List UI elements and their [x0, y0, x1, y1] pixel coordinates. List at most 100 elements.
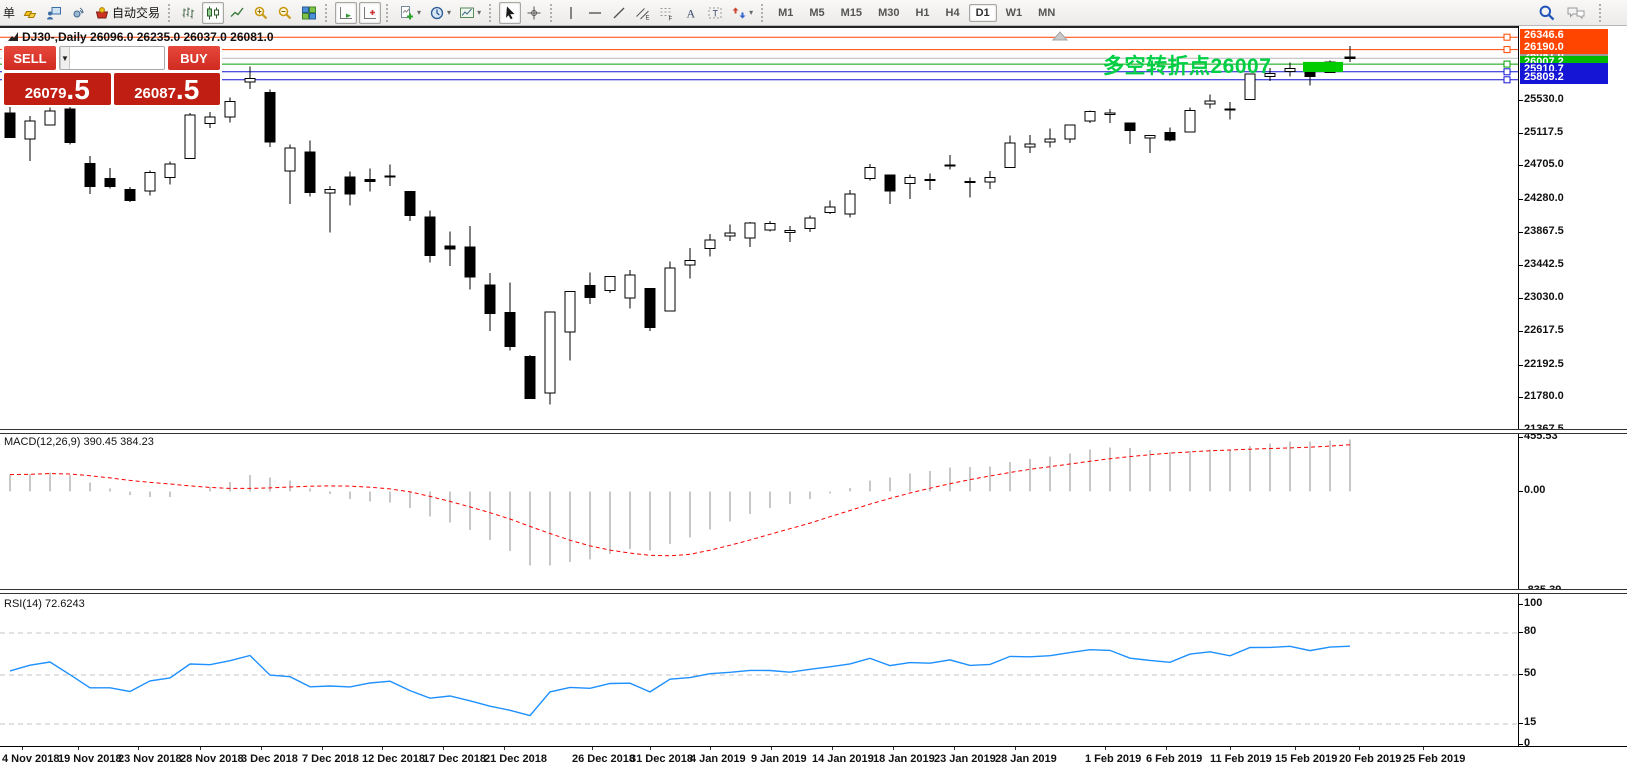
crosshair-icon	[526, 5, 542, 21]
text-tool[interactable]: A	[680, 2, 702, 24]
svg-text:T: T	[713, 8, 719, 18]
time-axis-tick	[710, 747, 711, 750]
tile-windows-button[interactable]	[298, 2, 320, 24]
macd-histogram	[10, 440, 1350, 566]
sell-price-main: 26079	[25, 84, 67, 104]
search-icon[interactable]	[1538, 4, 1556, 22]
time-axis-label: 19 Nov 2018	[58, 753, 122, 765]
chart-title: DJ30-,Daily 26096.0 26235.0 26037.0 2608…	[8, 30, 274, 44]
time-axis-label: 23 Jan 2019	[934, 753, 996, 765]
rsi-axis-label: 100	[1524, 597, 1542, 609]
candlestick-chart-button[interactable]	[202, 2, 224, 24]
timeframe-w1[interactable]: W1	[999, 4, 1030, 22]
time-axis-tick	[592, 747, 593, 750]
timeframe-h4[interactable]: H4	[939, 4, 967, 22]
line-chart-button[interactable]	[226, 2, 248, 24]
timeframe-mn[interactable]: MN	[1031, 4, 1062, 22]
time-axis[interactable]: 4 Nov 201819 Nov 201823 Nov 201828 Nov 2…	[0, 746, 1627, 773]
chart-window[interactable]	[0, 26, 1518, 746]
vertical-line-icon	[563, 5, 579, 21]
channel-tool[interactable]: E	[632, 2, 654, 24]
timeframe-h1[interactable]: H1	[908, 4, 936, 22]
time-axis-label: 28 Nov 2018	[180, 753, 244, 765]
zoom-out-button[interactable]	[274, 2, 296, 24]
time-axis-tick	[443, 747, 444, 750]
buy-price-display[interactable]: 26087 .5	[114, 73, 221, 105]
buy-price-main: 26087	[134, 84, 176, 104]
time-axis-tick	[382, 747, 383, 750]
volume-decrease-button[interactable]: ▼	[60, 47, 70, 69]
auto-scroll-button[interactable]	[335, 2, 357, 24]
time-axis-tick	[1166, 747, 1167, 750]
price-axis-label: 23030.0	[1524, 291, 1564, 303]
pane-resizer-rsi[interactable]	[0, 589, 1627, 594]
strategy-tester-button[interactable]	[43, 2, 65, 24]
chart-title-text: DJ30-,Daily 26096.0 26235.0 26037.0 2608…	[22, 30, 274, 44]
chart-shift-button[interactable]	[359, 2, 381, 24]
one-click-trading-panel: SELL ▼ ▲ BUY 26079 .5 26087 .5	[2, 44, 222, 107]
bars-chart-icon	[181, 5, 197, 21]
dropdown-caret: ▾	[749, 9, 753, 17]
signals-button[interactable]	[67, 2, 89, 24]
templates-icon	[459, 5, 475, 21]
time-axis-tick	[954, 747, 955, 750]
dropdown-caret: ▾	[477, 9, 481, 17]
vertical-line-tool[interactable]	[560, 2, 582, 24]
svg-text:F: F	[669, 16, 673, 21]
rsi-axis-label: 50	[1524, 667, 1536, 679]
text-label-tool[interactable]: T	[704, 2, 726, 24]
price-axis-label: 25530.0	[1524, 93, 1564, 105]
timeframe-m30[interactable]: M30	[871, 4, 906, 22]
time-axis-label: 1 Feb 2019	[1085, 753, 1141, 765]
templates-button[interactable]: ▾	[456, 2, 484, 24]
signals-icon	[70, 5, 86, 21]
chart-shift-marker[interactable]	[1052, 31, 1068, 41]
indicators-button[interactable]: ▾	[396, 2, 424, 24]
trendline-icon	[611, 5, 627, 21]
buy-button[interactable]: BUY	[168, 46, 220, 70]
time-axis-label: 31 Dec 2018	[630, 753, 693, 765]
dropdown-caret: ▾	[417, 9, 421, 17]
macd-axis-label: 0.00	[1524, 484, 1545, 496]
chat-icon[interactable]	[1566, 5, 1586, 21]
crosshair-button[interactable]	[523, 2, 545, 24]
auto-scroll-icon	[338, 5, 354, 21]
pane-resizer-macd[interactable]	[0, 429, 1627, 434]
svg-text:E: E	[646, 15, 650, 21]
chart-annotation-text: 多空转折点26007	[1103, 50, 1271, 80]
menu-fragment[interactable]: 单	[2, 4, 17, 21]
horizontal-line-tool[interactable]	[584, 2, 606, 24]
toolbar-gripper[interactable]	[1599, 4, 1604, 22]
price-axis-label: 24280.0	[1524, 192, 1564, 204]
toolbar-separator	[489, 4, 494, 22]
timeframe-m15[interactable]: M15	[834, 4, 869, 22]
time-axis-label: 7 Dec 2018	[302, 753, 359, 765]
time-axis-tick	[138, 747, 139, 750]
time-axis-tick	[1015, 747, 1016, 750]
bar-chart-button[interactable]	[178, 2, 200, 24]
price-axis[interactable]: 25530.025117.524705.024280.023867.523442…	[1518, 26, 1627, 746]
rsi-axis-label: 80	[1524, 625, 1536, 637]
trendline-tool[interactable]	[608, 2, 630, 24]
sell-price-pip: .5	[66, 77, 89, 104]
price-axis-label: 23442.5	[1524, 258, 1564, 270]
arrows-tool[interactable]: ▾	[728, 2, 756, 24]
new-order-button[interactable]	[19, 2, 41, 24]
zoom-in-icon	[253, 5, 269, 21]
volume-input[interactable]	[70, 47, 165, 69]
timeframe-m1[interactable]: M1	[771, 4, 800, 22]
autotrading-button[interactable]: 自动交易	[91, 2, 163, 24]
timeframe-d1[interactable]: D1	[969, 4, 997, 22]
time-axis-tick	[1359, 747, 1360, 750]
cursor-button[interactable]	[499, 2, 521, 24]
time-axis-label: 15 Feb 2019	[1275, 753, 1337, 765]
periods-button[interactable]: ▾	[426, 2, 454, 24]
sell-button[interactable]: SELL	[4, 46, 56, 70]
sell-price-display[interactable]: 26079 .5	[4, 73, 111, 105]
timeframe-m5[interactable]: M5	[802, 4, 831, 22]
zoom-in-button[interactable]	[250, 2, 272, 24]
fibonacci-tool[interactable]: F	[656, 2, 678, 24]
time-axis-tick	[893, 747, 894, 750]
time-axis-label: 11 Feb 2019	[1210, 753, 1272, 765]
gold-ingot-icon	[22, 5, 38, 21]
